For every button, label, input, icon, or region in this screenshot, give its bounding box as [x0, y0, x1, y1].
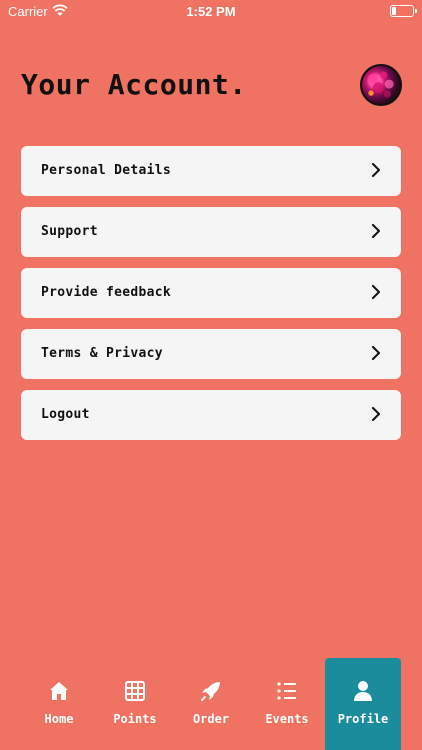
- tab-points[interactable]: Points: [97, 658, 173, 750]
- tab-label: Profile: [337, 712, 389, 726]
- grid-icon: [124, 680, 146, 702]
- avatar-image: [368, 71, 394, 98]
- battery-icon: [390, 5, 417, 17]
- menu-item-label: Terms & Privacy: [41, 346, 163, 361]
- status-bar: Carrier 1:52 PM: [0, 0, 422, 22]
- menu-item-terms-privacy[interactable]: Terms & Privacy: [21, 329, 401, 379]
- battery-level: [392, 7, 396, 15]
- tab-bar: Home Points Order Events Profile: [21, 658, 401, 750]
- chevron-right-icon: [372, 285, 380, 299]
- profile-icon: [352, 680, 374, 702]
- account-menu: Personal Details Support Provide feedback T…: [21, 146, 401, 451]
- tab-label: Events: [265, 712, 309, 726]
- menu-item-label: Personal Details: [41, 163, 172, 178]
- chevron-right-icon: [372, 346, 380, 360]
- home-icon: [48, 680, 70, 702]
- avatar[interactable]: [360, 64, 402, 106]
- tab-home[interactable]: Home: [21, 658, 97, 750]
- status-time: 1:52 PM: [186, 4, 236, 19]
- list-icon: [276, 680, 298, 702]
- page-title: Your Account.: [21, 68, 247, 101]
- tab-profile[interactable]: Profile: [325, 658, 401, 750]
- rocket-icon: [200, 680, 222, 702]
- menu-item-provide-feedback[interactable]: Provide feedback: [21, 268, 401, 318]
- menu-item-logout[interactable]: Logout: [21, 390, 401, 440]
- chevron-right-icon: [372, 407, 380, 421]
- chevron-right-icon: [372, 163, 380, 177]
- chevron-right-icon: [372, 224, 380, 238]
- account-screen: Carrier 1:52 PM Your Account. Personal D…: [0, 0, 422, 750]
- menu-item-label: Provide feedback: [41, 285, 172, 300]
- menu-item-label: Logout: [41, 407, 90, 422]
- menu-item-personal-details[interactable]: Personal Details: [21, 146, 401, 196]
- tab-label: Order: [192, 712, 230, 726]
- tab-label: Home: [44, 712, 74, 726]
- menu-item-label: Support: [41, 224, 98, 239]
- tab-label: Points: [113, 712, 157, 726]
- tab-events[interactable]: Events: [249, 658, 325, 750]
- tab-order[interactable]: Order: [173, 658, 249, 750]
- menu-item-support[interactable]: Support: [21, 207, 401, 257]
